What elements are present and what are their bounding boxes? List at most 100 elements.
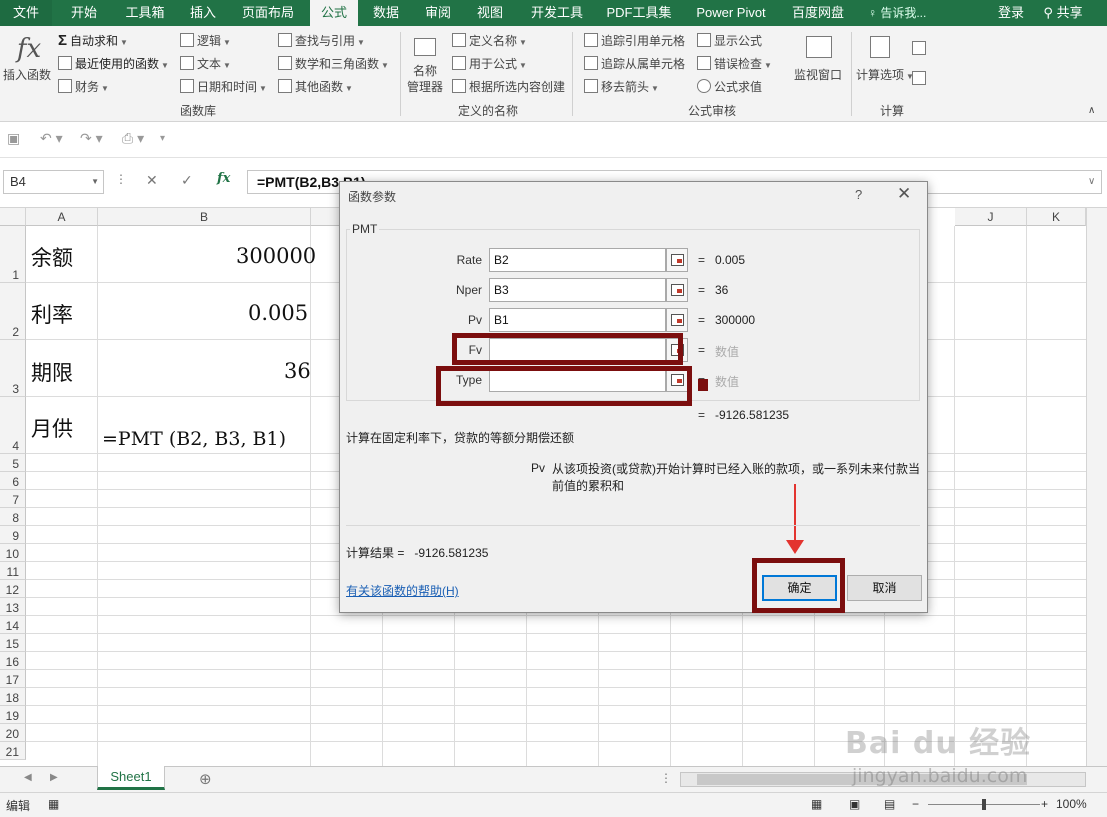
calculate-sheet-button[interactable] xyxy=(912,70,929,88)
logical-button[interactable]: 逻辑 ▼ xyxy=(180,32,231,52)
row-header[interactable]: 1 xyxy=(0,226,26,283)
column-header[interactable]: J xyxy=(955,208,1027,226)
use-in-formula-button[interactable]: 用于公式 ▼ xyxy=(452,55,527,75)
create-from-selection-button[interactable]: 根据所选内容创建 xyxy=(452,78,565,96)
tab-data[interactable]: 数据 xyxy=(364,0,408,26)
scroll-right-icon[interactable]: ▶ xyxy=(50,772,58,783)
row-header[interactable]: 10 xyxy=(0,544,26,562)
zoom-out-icon[interactable]: − xyxy=(912,797,919,811)
row-header[interactable]: 4 xyxy=(0,397,26,454)
trace-dependents-button[interactable]: 追踪从属单元格 xyxy=(584,55,685,73)
lookup-button[interactable]: 查找与引用 ▼ xyxy=(278,32,365,52)
macro-record-icon[interactable]: ▦ xyxy=(48,797,59,811)
cancel-button[interactable]: 取消 xyxy=(847,575,922,601)
print-preview-icon[interactable]: ⎙ ▾ xyxy=(122,130,144,147)
tell-me-search[interactable]: ♀ 告诉我... xyxy=(868,0,948,26)
datetime-button[interactable]: 日期和时间 ▼ xyxy=(180,78,267,98)
zoom-in-icon[interactable]: + xyxy=(1041,797,1048,811)
help-icon[interactable]: ? xyxy=(855,187,862,202)
more-functions-button[interactable]: 其他函数 ▼ xyxy=(278,78,353,98)
name-box[interactable]: B4 ▼ xyxy=(3,170,104,194)
name-manager-button[interactable]: 名称 xyxy=(413,64,437,79)
column-header[interactable]: A xyxy=(26,208,98,226)
collapse-dialog-icon[interactable] xyxy=(666,278,688,302)
row-header[interactable]: 5 xyxy=(0,454,26,472)
row-header[interactable]: 14 xyxy=(0,616,26,634)
cancel-icon[interactable]: ✕ xyxy=(146,172,158,189)
ok-button[interactable]: 确定 xyxy=(762,575,837,601)
rate-input[interactable]: B2 xyxy=(489,248,666,272)
collapse-dialog-icon[interactable] xyxy=(666,248,688,272)
define-name-button[interactable]: 定义名称 ▼ xyxy=(452,32,527,52)
tab-split-handle[interactable]: ⋮ xyxy=(660,771,672,785)
tab-formulas[interactable]: 公式 xyxy=(310,0,358,26)
tab-developer[interactable]: 开发工具 xyxy=(522,0,592,26)
tab-pdf-tools[interactable]: PDF工具集 xyxy=(602,0,676,26)
add-sheet-icon[interactable]: ⊕ xyxy=(199,770,212,788)
help-link[interactable]: 有关该函数的帮助(H) xyxy=(346,582,459,599)
row-header[interactable]: 17 xyxy=(0,670,26,688)
page-break-view-icon[interactable]: ▤ xyxy=(884,797,895,811)
insert-function-button[interactable]: 插入函数 xyxy=(3,66,51,84)
row-header[interactable]: 19 xyxy=(0,706,26,724)
cell-b3[interactable]: 36 xyxy=(284,359,311,383)
save-icon[interactable]: ▣ xyxy=(7,130,20,147)
share-button[interactable]: ⚲ 共享 xyxy=(1036,0,1090,26)
cell-b4[interactable]: =PMT (B2, B3, B1) xyxy=(102,428,286,450)
row-header[interactable]: 3 xyxy=(0,340,26,397)
scroll-left-icon[interactable]: ◀ xyxy=(24,772,32,783)
row-header[interactable]: 16 xyxy=(0,652,26,670)
row-header[interactable]: 6 xyxy=(0,472,26,490)
show-formulas-button[interactable]: 显示公式 xyxy=(697,32,762,50)
row-header[interactable]: 21 xyxy=(0,742,26,760)
cell-a3[interactable]: 期限 xyxy=(31,357,73,387)
evaluate-formula-button[interactable]: 公式求值 xyxy=(697,78,762,96)
fx-icon[interactable]: fx xyxy=(217,171,230,186)
cell-a1[interactable]: 余额 xyxy=(31,242,73,272)
zoom-slider-thumb[interactable] xyxy=(982,799,986,810)
tab-toolbox[interactable]: 工具箱 xyxy=(116,0,174,26)
tab-home[interactable]: 开始 xyxy=(58,0,110,26)
autosum-button[interactable]: Σ 自动求和 ▼ xyxy=(58,32,128,52)
cell-a4[interactable]: 月供 xyxy=(31,413,73,443)
expand-formula-bar-icon[interactable]: ∨ xyxy=(1088,176,1095,187)
tab-review[interactable]: 审阅 xyxy=(416,0,460,26)
pv-input[interactable]: B1 xyxy=(489,308,666,332)
enter-icon[interactable]: ✓ xyxy=(181,172,193,189)
vertical-scrollbar[interactable] xyxy=(1086,208,1107,766)
calculation-options-button[interactable]: 计算选项 ▼ xyxy=(856,66,914,86)
tab-power-pivot[interactable]: Power Pivot xyxy=(686,0,776,26)
tab-file[interactable]: 文件 xyxy=(0,0,52,26)
math-trig-button[interactable]: 数学和三角函数 ▼ xyxy=(278,55,389,75)
row-header[interactable]: 12 xyxy=(0,580,26,598)
row-header[interactable]: 2 xyxy=(0,283,26,340)
cell-b1[interactable]: 300000 xyxy=(236,244,316,268)
zoom-level[interactable]: 100% xyxy=(1056,797,1087,811)
tab-page-layout[interactable]: 页面布局 xyxy=(232,0,304,26)
remove-arrows-button[interactable]: 移去箭头 ▼ xyxy=(584,78,659,98)
error-checking-button[interactable]: 错误检查 ▼ xyxy=(697,55,772,75)
tab-insert[interactable]: 插入 xyxy=(180,0,226,26)
collapse-ribbon-icon[interactable]: ∧ xyxy=(1088,102,1095,120)
row-header[interactable]: 7 xyxy=(0,490,26,508)
redo-icon[interactable]: ↷ ▾ xyxy=(80,130,103,147)
login-link[interactable]: 登录 xyxy=(992,0,1030,26)
cell-b2[interactable]: 0.005 xyxy=(248,301,308,325)
trace-precedents-button[interactable]: 追踪引用单元格 xyxy=(584,32,685,50)
row-header[interactable]: 15 xyxy=(0,634,26,652)
column-header[interactable]: K xyxy=(1027,208,1086,226)
row-header[interactable]: 9 xyxy=(0,526,26,544)
undo-icon[interactable]: ↶ ▾ xyxy=(40,130,63,147)
customize-toolbar-icon[interactable]: ▾ xyxy=(160,133,165,144)
calculate-now-button[interactable] xyxy=(912,40,929,58)
financial-button[interactable]: 财务 ▼ xyxy=(58,78,109,98)
row-header[interactable]: 20 xyxy=(0,724,26,742)
close-icon[interactable]: ✕ xyxy=(897,184,911,204)
tab-view[interactable]: 视图 xyxy=(468,0,512,26)
sheet-tab-sheet1[interactable]: Sheet1 xyxy=(97,766,165,790)
select-all-corner[interactable] xyxy=(0,208,26,226)
tab-baidu-netdisk[interactable]: 百度网盘 xyxy=(786,0,850,26)
column-header[interactable]: B xyxy=(98,208,311,226)
page-layout-view-icon[interactable]: ▣ xyxy=(849,797,860,811)
row-header[interactable]: 18 xyxy=(0,688,26,706)
